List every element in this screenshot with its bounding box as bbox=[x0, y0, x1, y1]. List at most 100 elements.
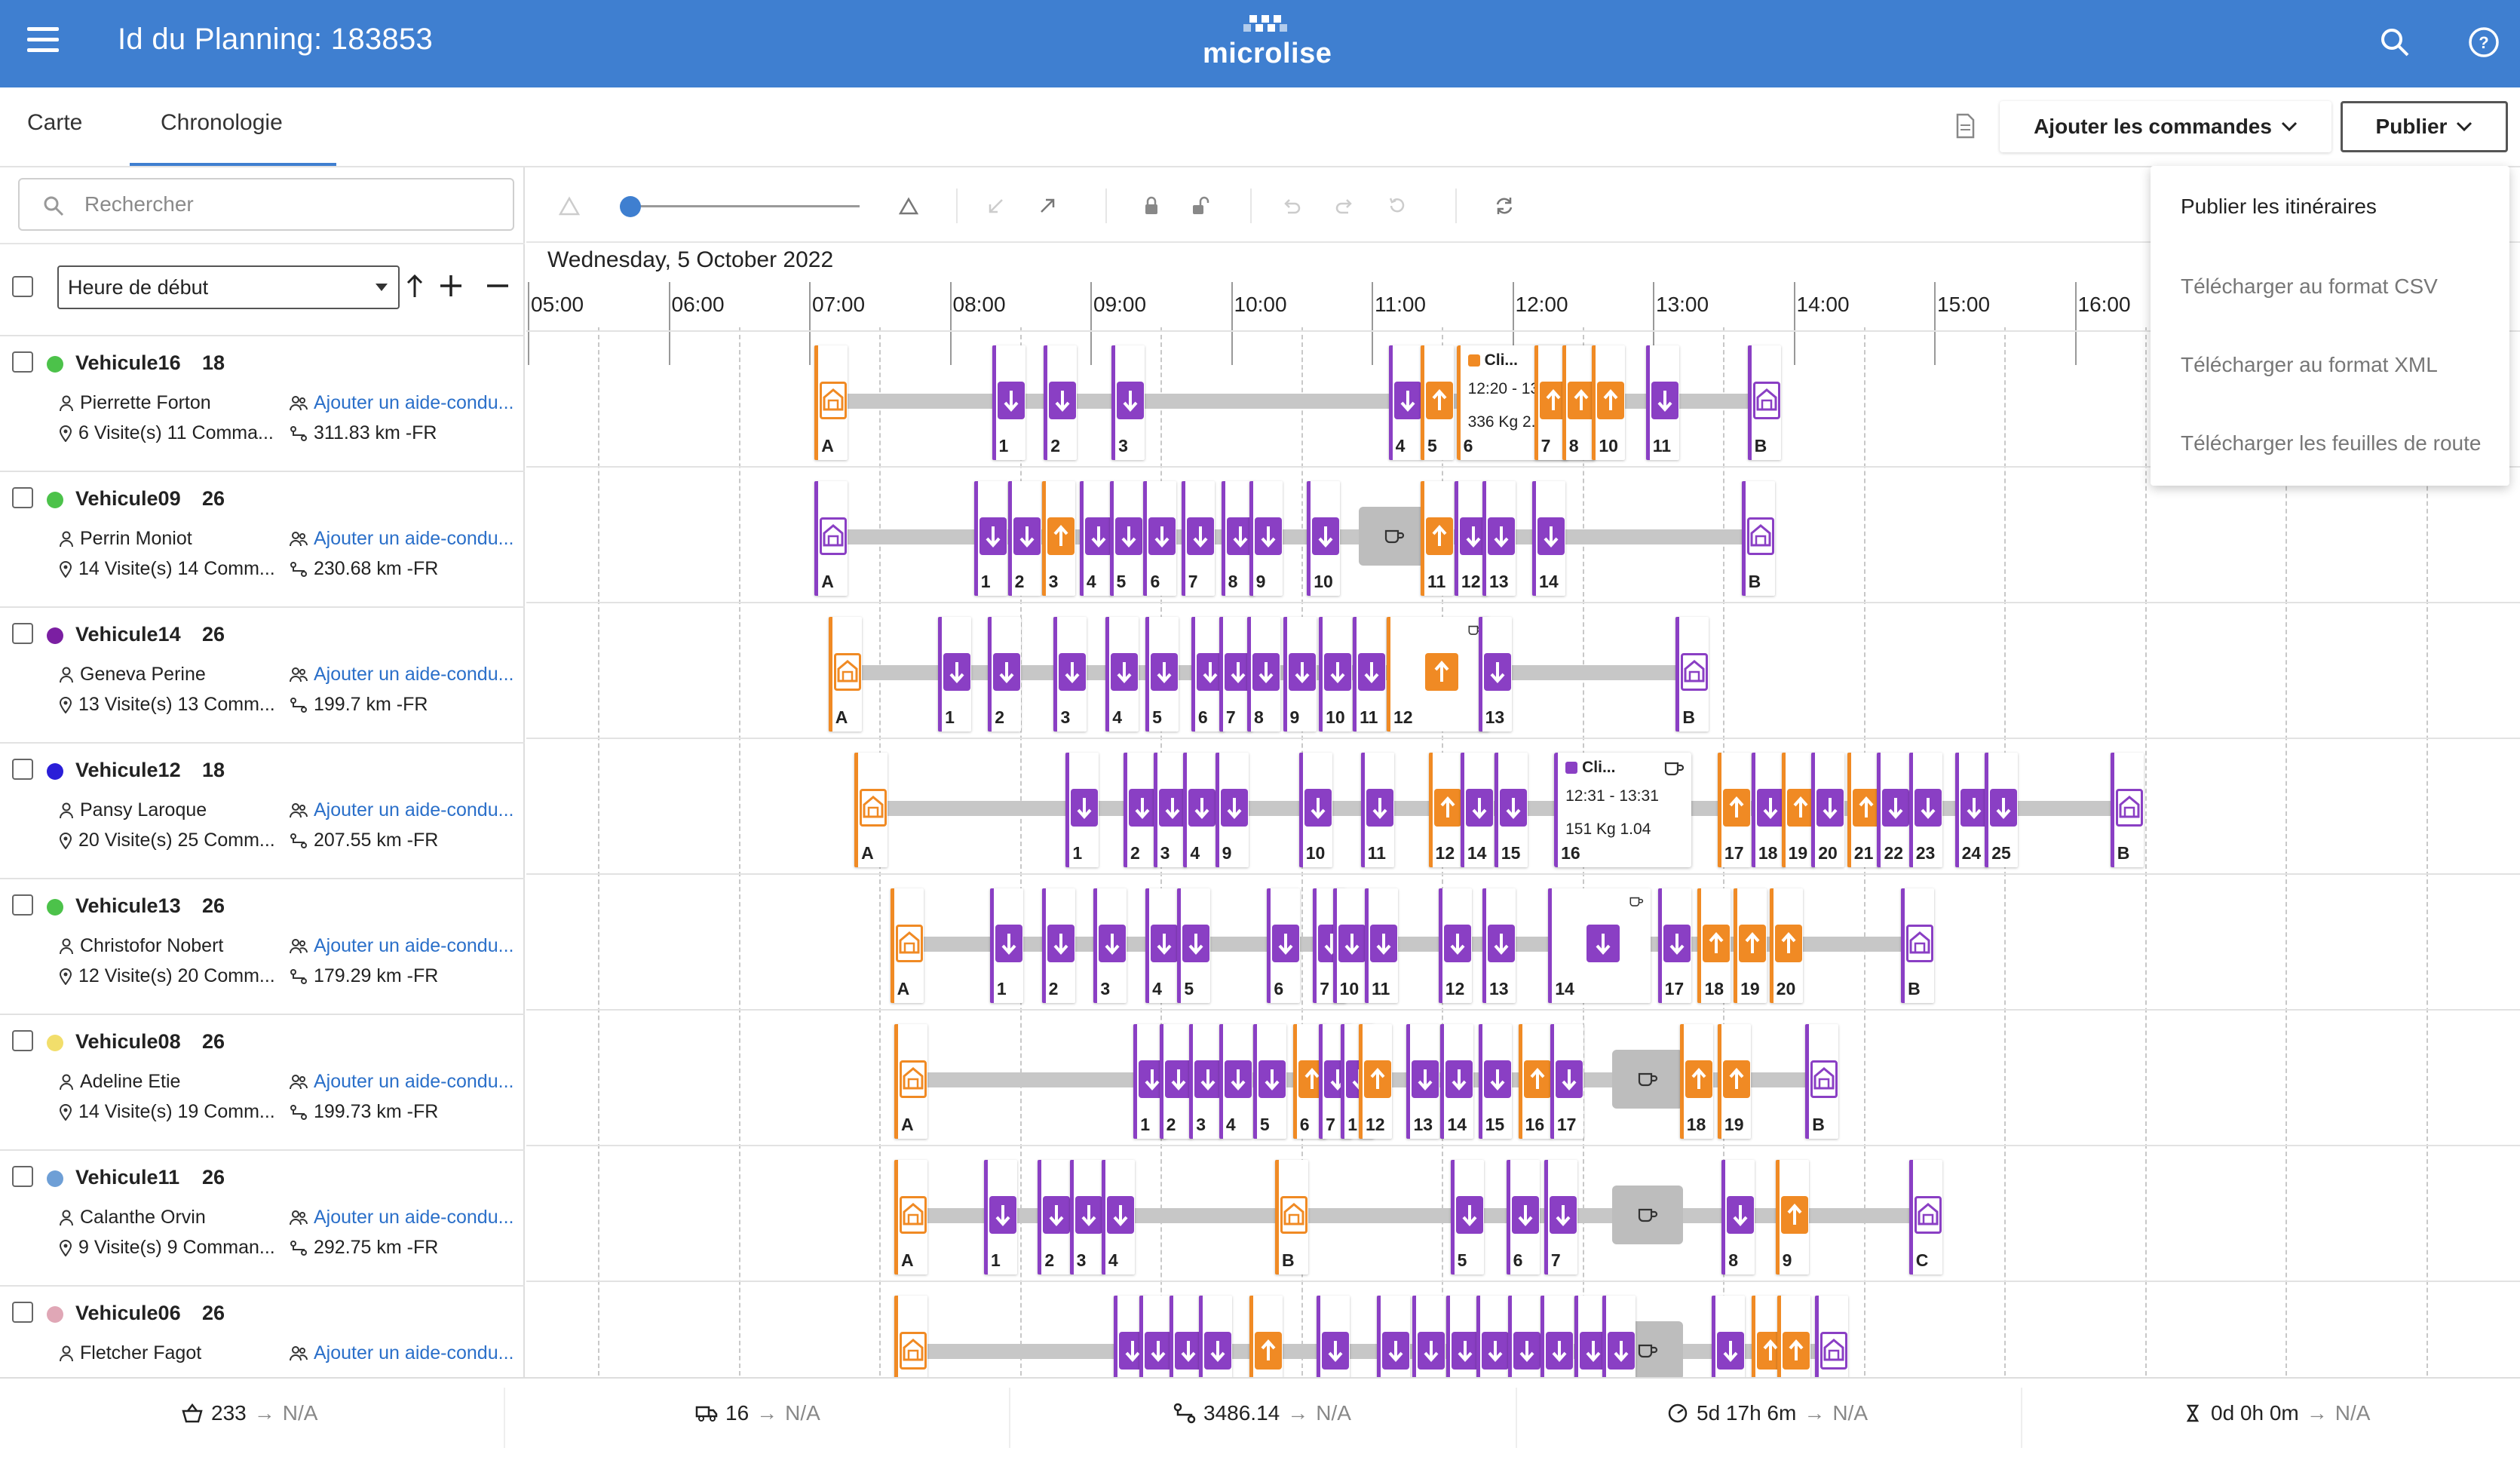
depot-stop[interactable]: C bbox=[1908, 1160, 1942, 1274]
delivery-stop[interactable]: 11 bbox=[1353, 617, 1387, 732]
pickup-stop[interactable]: 19 bbox=[1717, 1024, 1751, 1139]
delivery-stop[interactable]: 25 bbox=[1985, 753, 2019, 867]
delivery-stop[interactable]: 10 bbox=[1319, 617, 1353, 732]
add-codriver-link[interactable]: Ajouter un aide-condu... bbox=[290, 1207, 514, 1228]
delivery-stop[interactable]: 14 bbox=[1548, 888, 1651, 1003]
pickup-stop[interactable]: 21 bbox=[1847, 753, 1881, 867]
delivery-stop[interactable]: 7 bbox=[1181, 481, 1215, 596]
delivery-stop[interactable]: 14 bbox=[1460, 753, 1494, 867]
delivery-stop[interactable] bbox=[1169, 1296, 1203, 1377]
add-codriver-link[interactable]: Ajouter un aide-condu... bbox=[290, 1071, 514, 1093]
delivery-stop[interactable]: 5 bbox=[1177, 888, 1211, 1003]
depot-stop[interactable]: B bbox=[1741, 481, 1775, 596]
add-orders-button[interactable]: Ajouter les commandes bbox=[2000, 101, 2331, 152]
delivery-stop[interactable]: 7 bbox=[1544, 1160, 1577, 1274]
vehicle-row[interactable]: Vehicule11 26 Calanthe Orvin Ajouter un aid… bbox=[0, 1149, 525, 1285]
reset-icon[interactable] bbox=[1386, 195, 1409, 217]
vehicle-row[interactable]: Vehicule16 18 Pierrette Forton Ajouter un a… bbox=[0, 335, 525, 471]
delivery-stop[interactable]: 18 bbox=[1751, 753, 1785, 867]
search-input[interactable] bbox=[84, 190, 492, 219]
delivery-stop[interactable] bbox=[1540, 1296, 1574, 1377]
delivery-stop[interactable]: 3 bbox=[1111, 345, 1145, 460]
delivery-stop[interactable]: 10 bbox=[1298, 753, 1332, 867]
depot-stop[interactable]: A bbox=[894, 1160, 927, 1274]
vehicle-row[interactable]: Vehicule09 26 Perrin Moniot Ajouter un aide… bbox=[0, 471, 525, 606]
vehicle-checkbox[interactable] bbox=[12, 1166, 33, 1187]
delivery-stop[interactable]: 4 bbox=[1219, 1024, 1252, 1139]
pickup-stop[interactable]: 12 bbox=[1428, 753, 1462, 867]
delivery-stop[interactable]: 12 bbox=[1438, 888, 1472, 1003]
pickup-stop[interactable]: 17 bbox=[1717, 753, 1751, 867]
sort-select[interactable]: Heure de début bbox=[57, 265, 400, 309]
arrow-down-left-icon[interactable] bbox=[985, 195, 1007, 217]
delivery-stop[interactable]: 4 bbox=[1183, 753, 1217, 867]
delivery-stop[interactable]: 5 bbox=[1450, 1160, 1484, 1274]
delivery-stop[interactable]: 2 bbox=[1041, 888, 1075, 1003]
pickup-stop[interactable]: 8 bbox=[1562, 345, 1596, 460]
triangle-icon[interactable] bbox=[897, 195, 920, 217]
delivery-stop[interactable]: 1 bbox=[989, 888, 1023, 1003]
delivery-stop[interactable]: 6 bbox=[1143, 481, 1177, 596]
delivery-stop[interactable]: 1 bbox=[938, 617, 972, 732]
vehicle-row[interactable]: Vehicule12 18 Pansy Laroque Ajouter un aide… bbox=[0, 742, 525, 878]
depot-stop[interactable] bbox=[1815, 1296, 1849, 1377]
warning-icon[interactable] bbox=[558, 195, 581, 217]
search-field[interactable] bbox=[18, 178, 514, 231]
break-block[interactable] bbox=[1611, 1186, 1683, 1244]
add-codriver-link[interactable]: Ajouter un aide-condu... bbox=[290, 799, 514, 821]
vehicle-checkbox[interactable] bbox=[12, 894, 33, 916]
delivery-stop[interactable]: 17 bbox=[1657, 888, 1691, 1003]
delivery-stop[interactable]: 1 bbox=[983, 1160, 1017, 1274]
vehicle-row[interactable]: Vehicule14 26 Geneva Perine Ajouter un aide… bbox=[0, 606, 525, 742]
delivery-stop[interactable]: 10 bbox=[1307, 481, 1341, 596]
pickup-stop[interactable]: 18 bbox=[1697, 888, 1731, 1003]
delivery-stop[interactable]: 15 bbox=[1478, 1024, 1512, 1139]
menu-item-download-xml[interactable]: Télécharger au format XML bbox=[2181, 353, 2438, 377]
menu-item-download-roadsheets[interactable]: Télécharger les feuilles de route bbox=[2181, 431, 2481, 456]
break-block[interactable] bbox=[1359, 507, 1430, 566]
delivery-stop[interactable]: 9 bbox=[1283, 617, 1317, 732]
delivery-stop[interactable]: 23 bbox=[1908, 753, 1942, 867]
delivery-stop[interactable]: 3 bbox=[1069, 1160, 1103, 1274]
delivery-stop[interactable]: 3 bbox=[1189, 1024, 1223, 1139]
delivery-stop[interactable] bbox=[1412, 1296, 1446, 1377]
collapse-all-icon[interactable] bbox=[483, 267, 513, 305]
delivery-stop[interactable]: 4 bbox=[1145, 888, 1179, 1003]
delivery-stop[interactable]: 20 bbox=[1811, 753, 1845, 867]
depot-stop[interactable]: A bbox=[814, 345, 848, 460]
expand-all-icon[interactable] bbox=[436, 267, 466, 305]
delivery-stop[interactable]: 5 bbox=[1109, 481, 1143, 596]
delivery-stop[interactable]: 6 bbox=[1267, 888, 1301, 1003]
delivery-stop[interactable]: 2 bbox=[1044, 345, 1078, 460]
vehicle-checkbox[interactable] bbox=[12, 351, 33, 373]
arrow-up-right-icon[interactable] bbox=[1036, 195, 1059, 217]
pickup-stop[interactable]: 9 bbox=[1775, 1160, 1809, 1274]
delivery-stop[interactable]: 9 bbox=[1215, 753, 1249, 867]
delivery-stop[interactable]: 4 bbox=[1388, 345, 1422, 460]
depot-stop[interactable]: A bbox=[828, 617, 862, 732]
depot-stop[interactable]: B bbox=[1901, 888, 1935, 1003]
delivery-stop[interactable] bbox=[1139, 1296, 1173, 1377]
vehicle-checkbox[interactable] bbox=[12, 1030, 33, 1051]
delivery-stop[interactable]: 2 bbox=[1159, 1024, 1193, 1139]
depot-stop[interactable]: B bbox=[1747, 345, 1781, 460]
add-codriver-link[interactable]: Ajouter un aide-condu... bbox=[290, 1342, 514, 1364]
document-icon[interactable] bbox=[1954, 113, 1976, 139]
delivery-stop[interactable]: 14 bbox=[1532, 481, 1566, 596]
redo-icon[interactable] bbox=[1333, 195, 1356, 217]
depot-stop[interactable]: B bbox=[1805, 1024, 1839, 1139]
publish-button[interactable]: Publier bbox=[2341, 101, 2508, 152]
delivery-stop[interactable]: 24 bbox=[1954, 753, 1988, 867]
delivery-stop[interactable] bbox=[1376, 1296, 1410, 1377]
pickup-stop[interactable] bbox=[1777, 1296, 1811, 1377]
select-all-checkbox[interactable] bbox=[12, 276, 33, 297]
delivery-stop[interactable] bbox=[1712, 1296, 1745, 1377]
depot-stop[interactable]: B bbox=[2110, 753, 2144, 867]
delivery-stop[interactable]: 3 bbox=[1053, 617, 1087, 732]
zoom-slider-track[interactable] bbox=[624, 205, 860, 207]
undo-icon[interactable] bbox=[1280, 195, 1303, 217]
help-icon[interactable]: ? bbox=[2463, 21, 2505, 63]
vehicle-checkbox[interactable] bbox=[12, 1302, 33, 1323]
delivery-stop[interactable]: 8 bbox=[1246, 617, 1280, 732]
vehicle-row[interactable]: Vehicule13 26 Christofor Nobert Ajouter un … bbox=[0, 878, 525, 1014]
